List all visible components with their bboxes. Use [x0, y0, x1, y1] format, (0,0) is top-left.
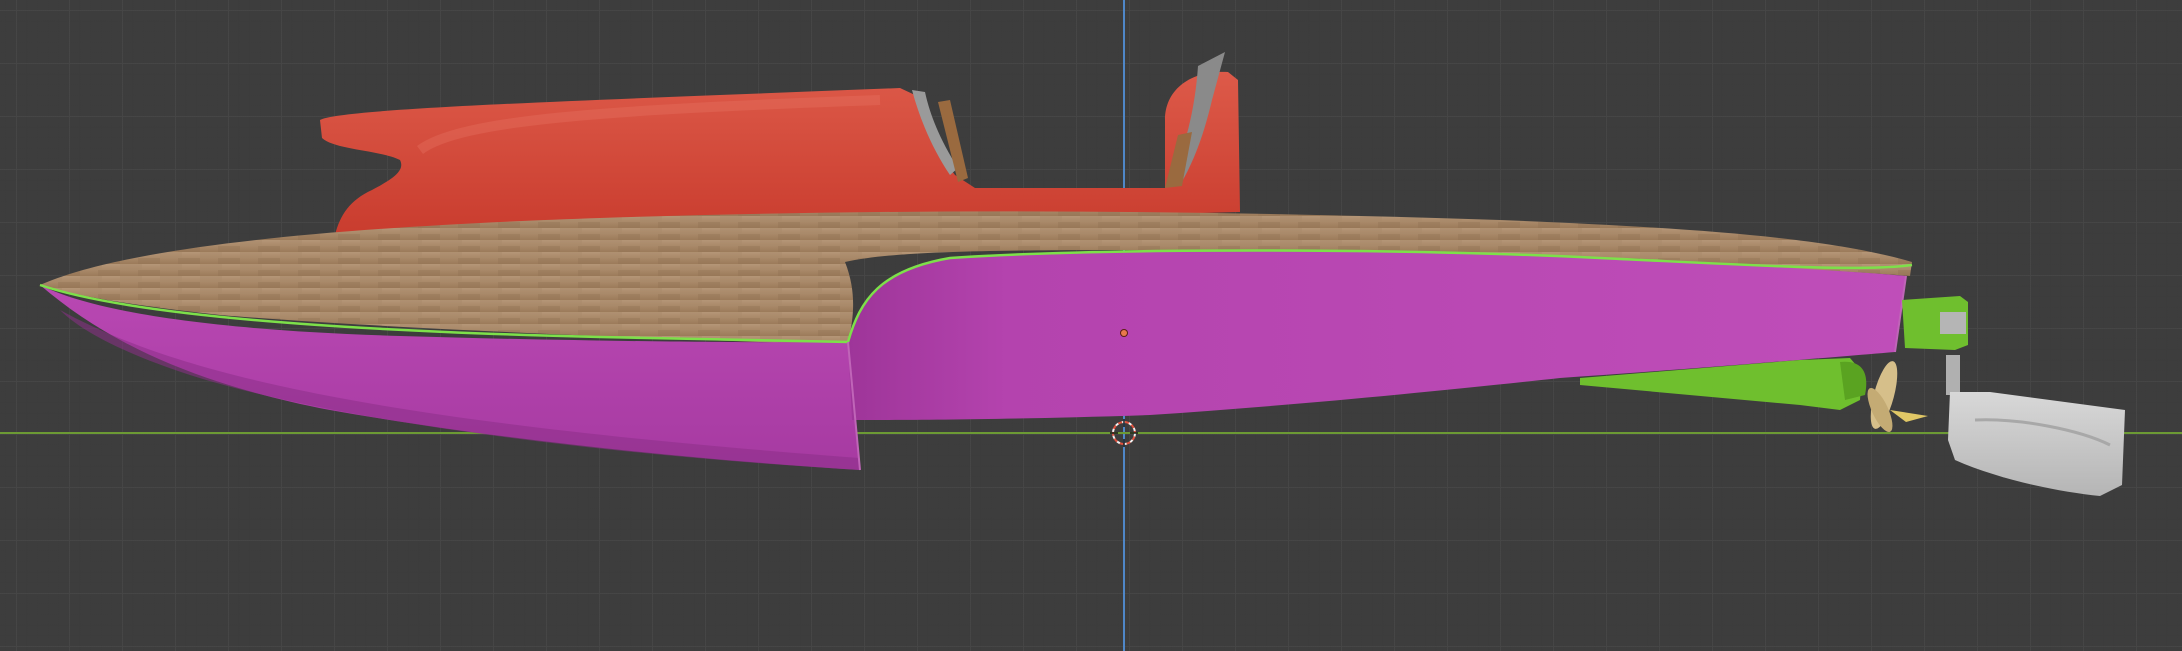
object-origin-icon: [1121, 330, 1127, 336]
3d-viewport[interactable]: [0, 0, 2182, 651]
3d-cursor-icon[interactable]: [1110, 419, 1138, 447]
bracket-hinge: [1940, 312, 1966, 334]
canopy-fairing[interactable]: [320, 71, 1240, 235]
boat-model[interactable]: [0, 0, 2182, 651]
rudder[interactable]: [1948, 392, 2125, 496]
rudder-post: [1946, 355, 1960, 395]
propeller[interactable]: [1863, 359, 1928, 436]
